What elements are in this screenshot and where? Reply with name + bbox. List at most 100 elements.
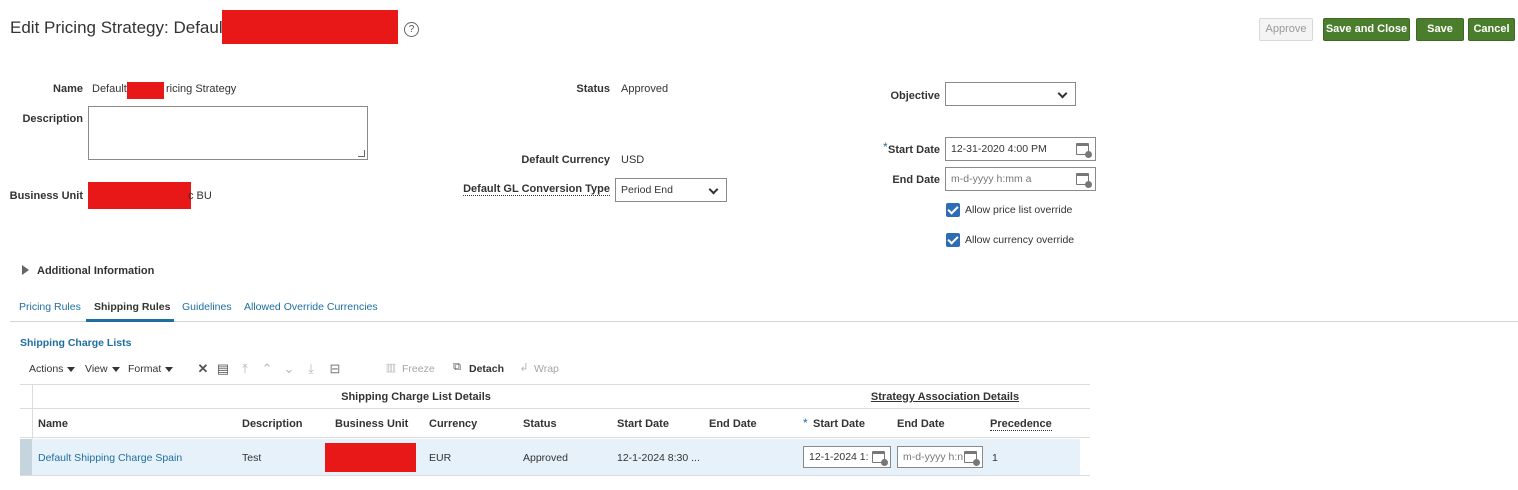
additional-information-toggle[interactable]: Additional Information	[37, 265, 154, 277]
calendar-icon[interactable]	[1076, 143, 1092, 158]
table-top-border	[20, 384, 1090, 385]
allow-price-list-label: Allow price list override	[965, 204, 1073, 216]
gl-conversion-type-select[interactable]: Period End	[615, 178, 727, 202]
page-title: Edit Pricing Strategy: Defaul	[10, 18, 223, 37]
gl-conversion-type-value: Period End	[621, 184, 673, 196]
chevron-down-icon	[1057, 88, 1068, 99]
required-marker: *	[803, 416, 808, 430]
objective-select[interactable]	[945, 82, 1076, 106]
row-start-date: 12-1-2024 8:30 ...	[617, 452, 700, 464]
move-top-icon[interactable]: ⤒	[237, 361, 253, 377]
end-date-placeholder: m-d-yyyy h:mm a	[951, 173, 1032, 185]
required-marker: *	[883, 140, 888, 154]
default-currency-label: Default Currency	[521, 154, 610, 166]
col-header-start-date[interactable]: Start Date	[617, 418, 669, 430]
actions-menu-label: Actions	[29, 363, 64, 375]
resize-grip-icon[interactable]	[358, 150, 365, 157]
move-down-icon[interactable]: ⌄	[281, 361, 297, 377]
move-bottom-icon[interactable]: ⤓	[303, 361, 319, 377]
allow-price-list-checkbox[interactable]	[946, 203, 960, 217]
detach-icon: ⧉	[453, 361, 461, 373]
row-assoc-end-date-placeholder: m-d-yyyy h:n	[903, 451, 964, 463]
tab-bar-divider	[10, 321, 1518, 322]
edit-icon[interactable]: ▤	[215, 361, 231, 377]
calendar-icon[interactable]	[872, 451, 888, 466]
move-up-icon[interactable]: ⌃	[259, 361, 275, 377]
redaction-title	[222, 10, 398, 44]
delete-icon[interactable]: ✕	[195, 361, 211, 377]
col-header-assoc-start-date[interactable]: Start Date	[813, 418, 865, 430]
start-date-label: Start Date	[888, 144, 940, 156]
business-unit-label: Business Unit	[9, 190, 83, 202]
view-menu[interactable]: View	[85, 363, 120, 375]
description-label: Description	[22, 113, 83, 125]
format-menu-label: Format	[128, 363, 162, 375]
view-menu-label: View	[85, 363, 108, 375]
gl-conversion-type-label: Default GL Conversion Type	[463, 183, 610, 196]
actions-menu[interactable]: Actions	[29, 363, 76, 375]
allow-currency-checkbox[interactable]	[946, 233, 960, 247]
expand-triangle-icon[interactable]	[22, 265, 29, 275]
redaction-row-business-unit	[325, 443, 416, 472]
status-label: Status	[576, 83, 610, 95]
allow-currency-label: Allow currency override	[965, 234, 1075, 246]
group-header-association: Strategy Association Details	[870, 391, 1020, 403]
row-currency: EUR	[429, 452, 452, 464]
tab-guidelines[interactable]: Guidelines	[182, 301, 232, 313]
col-header-assoc-end-date[interactable]: End Date	[897, 418, 945, 430]
save-and-close-button[interactable]: Save and Close	[1323, 18, 1410, 41]
end-date-field[interactable]: m-d-yyyy h:mm a	[945, 167, 1096, 191]
chevron-down-icon	[708, 184, 719, 195]
table-bottom-border	[20, 475, 1090, 476]
col-header-precedence[interactable]: Precedence	[990, 418, 1052, 431]
redaction-name	[127, 82, 164, 99]
row-description: Test	[242, 452, 262, 464]
default-currency-value: USD	[621, 154, 645, 166]
col-header-description[interactable]: Description	[242, 418, 303, 430]
tab-shipping-rules[interactable]: Shipping Rules	[94, 301, 170, 313]
detach-button[interactable]: Detach	[469, 363, 504, 375]
name-value-end: ricing Strategy	[166, 83, 237, 95]
freeze-icon: ▥	[385, 362, 397, 374]
objective-label: Objective	[890, 90, 940, 102]
save-button[interactable]: Save	[1416, 18, 1464, 41]
row-assoc-start-date-field[interactable]: 12-1-2024 1:	[803, 446, 891, 468]
col-header-business-unit[interactable]: Business Unit	[335, 418, 408, 430]
column-header-divider	[20, 437, 1090, 438]
col-header-currency[interactable]: Currency	[429, 418, 477, 430]
name-value-start: Default	[92, 83, 127, 95]
freeze-button[interactable]: Freeze	[402, 363, 435, 375]
format-menu[interactable]: Format	[128, 363, 174, 375]
end-date-label: End Date	[892, 174, 940, 186]
wrap-button[interactable]: Wrap	[534, 363, 559, 375]
col-header-status[interactable]: Status	[523, 418, 557, 430]
caret-down-icon	[165, 366, 174, 372]
approve-button[interactable]: Approve	[1259, 18, 1313, 41]
row-name-link[interactable]: Default Shipping Charge Spain	[38, 452, 182, 464]
name-label: Name	[53, 83, 83, 95]
business-unit-value-end: c BU	[188, 190, 212, 202]
start-date-value: 12-31-2020 4:00 PM	[951, 143, 1047, 155]
wrap-icon: ↲	[519, 362, 529, 374]
caret-down-icon	[111, 366, 120, 372]
row-assoc-end-date-field[interactable]: m-d-yyyy h:n	[897, 446, 983, 468]
description-textarea[interactable]	[88, 106, 368, 160]
group-header-divider	[20, 408, 1090, 409]
row-assoc-start-date-value: 12-1-2024 1:	[809, 451, 869, 463]
tab-allowed-override-currencies[interactable]: Allowed Override Currencies	[244, 301, 378, 313]
col-header-name[interactable]: Name	[38, 418, 68, 430]
active-tab-indicator	[86, 319, 174, 322]
section-title: Shipping Charge Lists	[20, 337, 132, 349]
calendar-icon[interactable]	[964, 451, 980, 466]
start-date-field[interactable]: 12-31-2020 4:00 PM	[945, 137, 1096, 161]
row-status: Approved	[523, 452, 568, 464]
help-icon[interactable]: ?	[404, 22, 419, 37]
query-by-example-icon[interactable]: ⊟	[327, 361, 343, 377]
tab-pricing-rules[interactable]: Pricing Rules	[19, 301, 81, 313]
calendar-icon[interactable]	[1076, 173, 1092, 188]
col-header-end-date[interactable]: End Date	[709, 418, 757, 430]
group-header-details: Shipping Charge List Details	[341, 391, 491, 403]
redaction-business-unit	[88, 182, 191, 209]
row-selector[interactable]	[20, 439, 32, 475]
cancel-button[interactable]: Cancel	[1468, 18, 1515, 41]
